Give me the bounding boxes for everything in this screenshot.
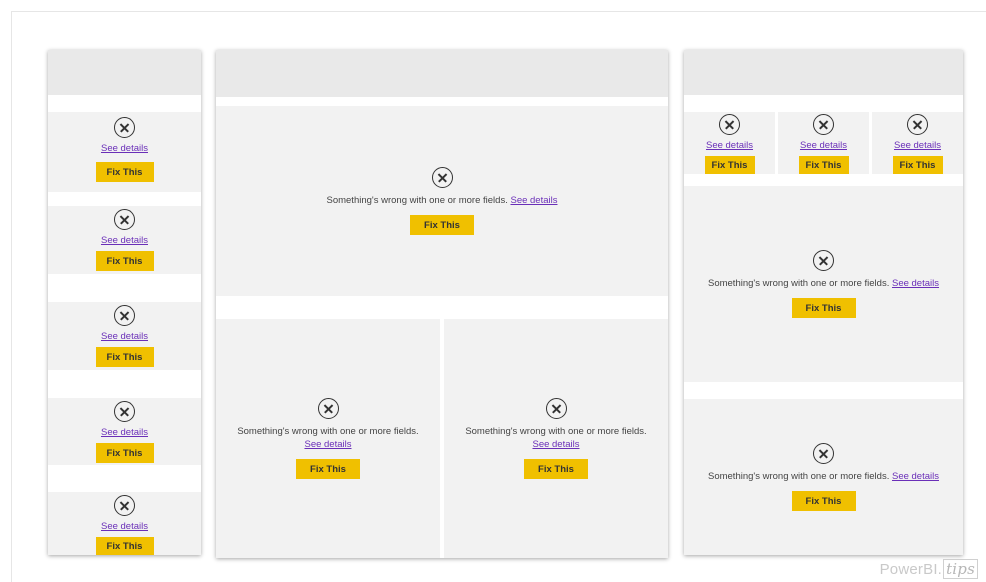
error-message: Something's wrong with one or more field… [461,425,651,451]
right-small-visual-2[interactable]: See details Fix This [778,112,869,174]
middle-panel-header [216,50,668,97]
right-bottom-visual[interactable]: Something's wrong with one or more field… [684,399,963,555]
right-small-visual-3[interactable]: See details Fix This [872,112,963,174]
right-mid-visual[interactable]: Something's wrong with one or more field… [684,186,963,382]
error-message: Something's wrong with one or more field… [326,194,557,207]
fix-this-button[interactable]: Fix This [95,251,154,271]
see-details-link[interactable]: See details [532,439,579,450]
fix-this-button[interactable]: Fix This [791,298,856,318]
middle-bottom-left-visual[interactable]: Something's wrong with one or more field… [216,319,440,558]
fix-this-button[interactable]: Fix This [798,156,849,174]
error-x-circle-icon [545,398,567,419]
right-panel-frame: See details Fix This See details Fix Thi… [684,50,963,555]
watermark-brand: PowerBI. [879,561,943,578]
error-x-circle-icon [431,167,453,188]
left-visual-1[interactable]: See details Fix This [48,112,201,192]
left-visual-5[interactable]: See details Fix This [48,492,201,555]
see-details-link[interactable]: See details [101,235,148,246]
see-details-link[interactable]: See details [304,439,351,450]
error-x-circle-icon [114,495,135,516]
fix-this-button[interactable]: Fix This [704,156,755,174]
fix-this-button[interactable]: Fix This [95,347,154,367]
error-message-text: Something's wrong with one or more field… [465,426,647,437]
see-details-link[interactable]: See details [510,195,557,206]
see-details-link[interactable]: See details [800,140,847,151]
error-message-text: Something's wrong with one or more field… [326,195,508,206]
powerbi-tips-watermark: PowerBI. tips [879,559,978,579]
error-x-circle-icon [813,443,834,464]
middle-bottom-right-visual[interactable]: Something's wrong with one or more field… [444,319,668,558]
report-canvas: See details Fix This See details Fix Thi… [11,11,986,582]
error-message-text: Something's wrong with one or more field… [707,278,890,289]
fix-this-button[interactable]: Fix This [95,443,154,463]
watermark-suffix: tips [943,559,978,579]
middle-top-visual[interactable]: Something's wrong with one or more field… [216,106,668,296]
fix-this-button[interactable]: Fix This [410,215,474,235]
fix-this-button[interactable]: Fix This [95,537,154,555]
see-details-link[interactable]: See details [706,140,753,151]
left-visual-4[interactable]: See details Fix This [48,398,201,465]
see-details-link[interactable]: See details [101,331,148,342]
see-details-link[interactable]: See details [101,427,148,438]
error-x-circle-icon [907,114,928,135]
error-message-text: Something's wrong with one or more field… [707,471,890,482]
fix-this-button[interactable]: Fix This [524,459,588,479]
see-details-link[interactable]: See details [892,278,939,289]
left-panel-header [48,50,201,95]
error-x-circle-icon [813,250,834,271]
error-x-circle-icon [719,114,740,135]
fix-this-button[interactable]: Fix This [892,156,943,174]
error-message: Something's wrong with one or more field… [701,470,946,483]
error-message: Something's wrong with one or more field… [701,277,946,290]
error-x-circle-icon [114,305,135,326]
see-details-link[interactable]: See details [101,521,148,532]
fix-this-button[interactable]: Fix This [791,491,856,511]
right-panel-header [684,50,963,95]
middle-panel-frame: Something's wrong with one or more field… [216,50,668,558]
see-details-link[interactable]: See details [894,140,941,151]
fix-this-button[interactable]: Fix This [95,162,154,182]
error-x-circle-icon [114,401,135,422]
error-x-circle-icon [317,398,339,419]
error-x-circle-icon [813,114,834,135]
left-visual-3[interactable]: See details Fix This [48,302,201,370]
see-details-link[interactable]: See details [101,143,148,154]
left-panel-frame: See details Fix This See details Fix Thi… [48,50,201,555]
error-x-circle-icon [114,117,135,138]
error-x-circle-icon [114,209,135,230]
right-small-visual-1[interactable]: See details Fix This [684,112,775,174]
error-message-text: Something's wrong with one or more field… [237,426,419,437]
fix-this-button[interactable]: Fix This [296,459,360,479]
error-message: Something's wrong with one or more field… [233,425,423,451]
left-visual-2[interactable]: See details Fix This [48,206,201,274]
see-details-link[interactable]: See details [892,471,939,482]
